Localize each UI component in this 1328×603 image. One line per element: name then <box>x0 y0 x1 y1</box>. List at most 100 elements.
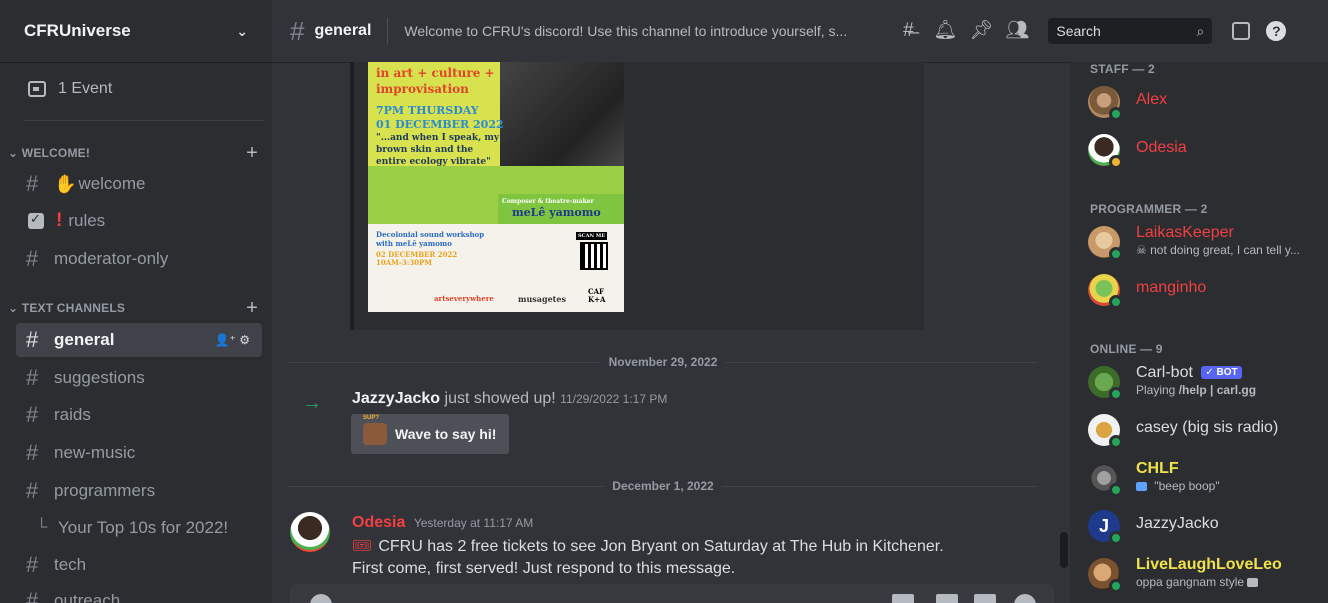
member-name: JazzyJacko <box>1136 515 1219 532</box>
invite-user-icon[interactable]: 👤⁺ <box>215 333 236 347</box>
message-composer[interactable] <box>290 584 1054 603</box>
online-status-icon <box>1109 295 1123 309</box>
channel-outreach[interactable]: # outreach <box>16 584 262 603</box>
poster-line1: in art + culture + <box>376 66 495 80</box>
member-item[interactable]: LiveLaughLoveLeo oppa gangnam style <box>1088 556 1322 602</box>
online-status-icon <box>1109 107 1123 121</box>
poster-quote: "...and when I speak, my brown skin and … <box>376 133 500 167</box>
message-author[interactable]: Odesia <box>352 514 405 531</box>
channel-topic[interactable]: Welcome to CFRU's discord! Use this chan… <box>404 23 872 39</box>
hashtag-icon: # <box>290 15 305 46</box>
bell-icon[interactable]: 🔔︎ <box>933 20 957 42</box>
skull-emoji-icon: ☠ <box>1136 243 1147 257</box>
join-message: JazzyJacko just showed up! 11/29/2022 1:… <box>352 390 667 408</box>
thread-label: Your Top 10s for 2022! <box>58 518 229 537</box>
date-divider: December 1, 2022 <box>288 479 1038 493</box>
member-list-icon[interactable]: 👥︎ <box>1005 20 1029 42</box>
hashtag-icon: # <box>26 171 39 196</box>
member-name: LiveLaughLoveLeo <box>1136 556 1282 573</box>
date-label: December 1, 2022 <box>604 479 722 493</box>
online-status-icon <box>1109 435 1123 449</box>
threads-icon[interactable]: #̶ <box>897 20 919 42</box>
poster-composer: Composer & theatre-maker <box>502 198 594 205</box>
header-divider <box>387 18 389 44</box>
online-status-icon <box>1109 483 1123 497</box>
channel-programmers[interactable]: # programmers <box>16 474 262 508</box>
member-item[interactable]: Alex <box>1088 86 1322 130</box>
add-channel-icon[interactable]: + <box>246 142 258 165</box>
event-poster-image[interactable]: in art + culture + improvisation 7PM THU… <box>368 62 624 312</box>
channel-label: raids <box>54 405 91 424</box>
chat-scrollbar[interactable] <box>1060 532 1068 568</box>
member-item[interactable]: casey (big sis radio) <box>1088 414 1322 458</box>
chevron-down-icon[interactable]: ⌄ <box>236 23 248 40</box>
channel-label: tech <box>54 555 87 574</box>
channel-label: suggestions <box>54 368 145 387</box>
pin-icon[interactable]: 📌︎ <box>969 20 993 42</box>
header-toolbar: #̶ 🔔︎ 📌︎ 👥︎ <box>890 20 1034 42</box>
poster-when1: 7PM THURSDAY <box>376 104 479 117</box>
emoji-icon[interactable] <box>1014 594 1036 603</box>
member-item[interactable]: manginho <box>1088 274 1322 318</box>
channel-tools: 👤⁺ ⚙ <box>215 333 250 347</box>
join-timestamp: 11/29/2022 1:17 PM <box>560 392 668 406</box>
category-label: WELCOME! <box>21 146 91 160</box>
join-text: just showed up! <box>444 390 556 407</box>
member-list: STAFF — 2 Alex Odesia PROGRAMMER — 2 Lai… <box>1070 62 1328 603</box>
ticket-emoji-icon: 🎟︎ <box>352 538 373 555</box>
channel-tech[interactable]: # tech <box>16 548 262 582</box>
member-name: CHLF <box>1136 460 1179 477</box>
member-status: oppa gangnam style <box>1136 575 1322 589</box>
message-header: Odesia Yesterday at 11:17 AM <box>352 514 533 532</box>
help-icon[interactable]: ? <box>1266 21 1287 41</box>
member-item[interactable]: J JazzyJacko <box>1088 510 1322 554</box>
category-welcome[interactable]: ⌄ WELCOME! + <box>8 142 258 165</box>
member-status: ☠ not doing great, I can tell y... <box>1136 243 1322 257</box>
qr-code-icon <box>580 242 608 270</box>
inbox-icon[interactable] <box>1232 22 1251 40</box>
poster-sponsor2: musagetes <box>518 294 566 304</box>
hashtag-locked-icon: # <box>26 588 39 603</box>
date-divider: November 29, 2022 <box>288 355 1038 369</box>
join-arrow-icon: → <box>302 392 322 414</box>
server-header[interactable]: CFRUniverse ⌄ <box>0 0 272 62</box>
avatar[interactable] <box>290 512 330 552</box>
member-item[interactable]: Carl-bot ✓ BOT Playing /help | carl.gg <box>1088 364 1322 410</box>
chat-area: in art + culture + improvisation 7PM THU… <box>272 62 1070 603</box>
channel-general[interactable]: # general 👤⁺ ⚙ <box>16 323 262 357</box>
channel-label: moderator-only <box>54 249 169 268</box>
events-link[interactable]: 1 Event <box>16 74 256 104</box>
add-channel-icon[interactable]: + <box>246 297 258 320</box>
channel-raids[interactable]: # raids <box>16 398 262 432</box>
member-item[interactable]: Odesia <box>1088 134 1322 178</box>
hashtag-icon: # <box>26 402 39 427</box>
hashtag-threads-icon: # <box>26 478 39 503</box>
channel-suggestions[interactable]: # suggestions <box>16 361 262 395</box>
chevron-down-icon: ⌄ <box>8 146 22 160</box>
join-username[interactable]: JazzyJacko <box>352 390 440 407</box>
channel-label: outreach <box>54 591 121 603</box>
search-box[interactable]: ⌕ <box>1048 18 1213 44</box>
thread-top10[interactable]: └ Your Top 10s for 2022! <box>16 511 262 545</box>
channel-moderator-only[interactable]: # moderator-only <box>16 242 262 276</box>
gif-icon[interactable] <box>936 594 958 603</box>
channel-rules[interactable]: ! rules <box>16 204 262 238</box>
member-item[interactable]: LaikasKeeper ☠ not doing great, I can te… <box>1088 224 1322 270</box>
sticker-icon[interactable] <box>974 594 996 603</box>
member-item[interactable]: CHLF "beep boop" <box>1088 460 1322 506</box>
category-text-channels[interactable]: ⌄ TEXT CHANNELS + <box>8 297 258 320</box>
search-input[interactable] <box>1056 23 1177 39</box>
wave-button[interactable]: Wave to say hi! <box>351 414 509 454</box>
poster-scan: SCAN ME <box>576 232 608 240</box>
channel-welcome[interactable]: # ✋ welcome <box>16 167 262 201</box>
add-attachment-icon[interactable] <box>310 594 332 603</box>
gear-icon[interactable]: ⚙ <box>239 333 250 347</box>
message-line: CFRU has 2 free tickets to see Jon Bryan… <box>378 538 944 555</box>
gift-icon[interactable] <box>892 594 914 603</box>
member-name: Odesia <box>1136 139 1187 156</box>
member-group-staff: STAFF — 2 <box>1090 62 1155 76</box>
member-group-online: ONLINE — 9 <box>1090 342 1163 356</box>
channel-new-music[interactable]: # new-music <box>16 436 262 470</box>
online-status-icon <box>1109 579 1123 593</box>
channel-header: # general Welcome to CFRU's discord! Use… <box>272 0 1328 62</box>
